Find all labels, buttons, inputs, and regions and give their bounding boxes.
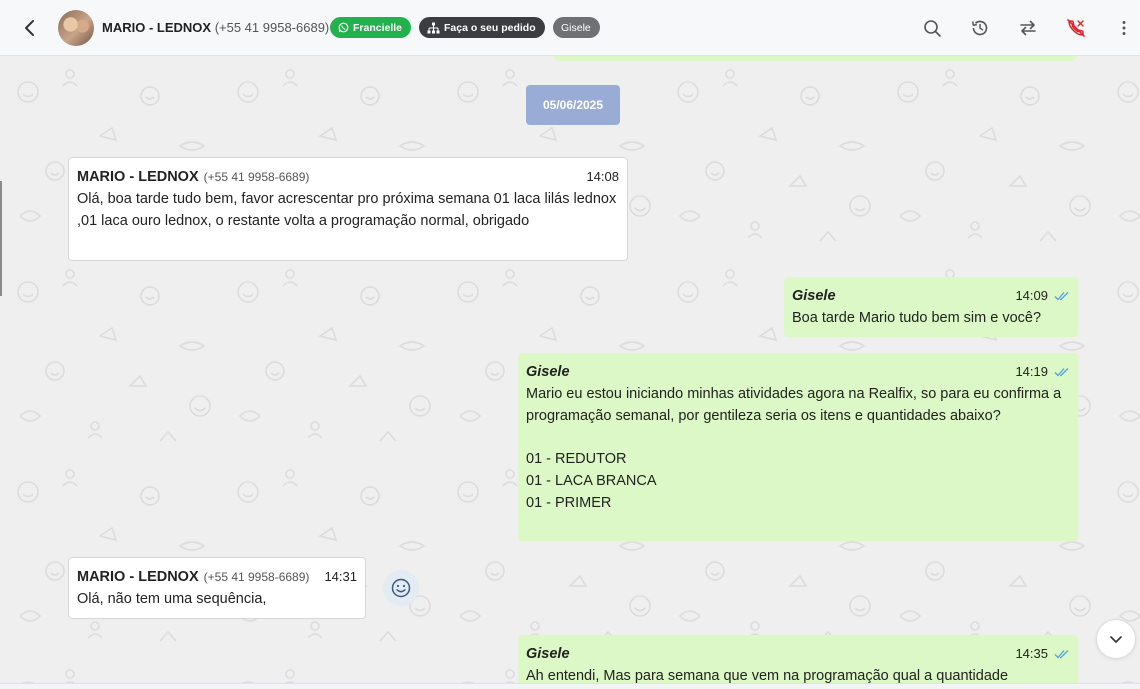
- chat-area[interactable]: 05/06/2025 MARIO - LEDNOX (+55 41 9958-6…: [0, 56, 1140, 683]
- org-chart-icon: [427, 22, 440, 33]
- back-icon[interactable]: [18, 16, 42, 40]
- scroll-edge-indicator: [0, 181, 2, 296]
- more-icon[interactable]: [1113, 17, 1135, 39]
- message-sender: Gisele: [792, 288, 836, 304]
- message-bubble-outgoing[interactable]: Gisele 14:35 Ah entendi, Mas para semana…: [518, 635, 1078, 683]
- history-icon[interactable]: [969, 17, 991, 39]
- message-sender-phone: (+55 41 9958-6689): [203, 570, 310, 584]
- message-header: MARIO - LEDNOX (+55 41 9958-6689) 14:08: [77, 168, 619, 186]
- message-time: 14:19: [1015, 364, 1048, 379]
- message-text: Mario eu estou iniciando minhas atividad…: [526, 386, 1062, 511]
- previous-message-bubble: [552, 56, 1078, 61]
- transfer-icon[interactable]: [1017, 17, 1039, 39]
- message-header: Gisele 14:35: [526, 645, 1070, 663]
- message-bubble-incoming[interactable]: MARIO - LEDNOX (+55 41 9958-6689) 14:31 …: [68, 557, 366, 619]
- end-call-icon[interactable]: [1065, 17, 1087, 39]
- message-bubble-outgoing[interactable]: Gisele 14:09 Boa tarde Mario tudo bem si…: [784, 277, 1078, 337]
- message-text: Olá, boa tarde tudo bem, favor acrescent…: [77, 191, 621, 229]
- message-time: 14:09: [1015, 288, 1048, 303]
- reaction-button[interactable]: [383, 570, 419, 606]
- whatsapp-channel-tag[interactable]: Francielle: [330, 17, 412, 38]
- emoji-icon: [391, 578, 411, 598]
- agent-tag[interactable]: Gisele: [553, 17, 600, 38]
- message-text: Ah entendi, Mas para semana que vem na p…: [526, 668, 1009, 683]
- message-time: 14:35: [1015, 646, 1048, 661]
- order-tag[interactable]: Faça o seu pedido: [419, 17, 545, 38]
- search-icon[interactable]: [921, 17, 943, 39]
- message-header: Gisele 14:19: [526, 363, 1070, 381]
- whatsapp-icon: [338, 22, 349, 33]
- message-header: Gisele 14:09: [792, 287, 1070, 305]
- whatsapp-tag-label: Francielle: [353, 21, 403, 34]
- chevron-down-icon: [1110, 636, 1122, 643]
- message-time: 14:08: [586, 169, 619, 184]
- read-receipt-icon: [1054, 292, 1069, 301]
- contact-phone: (+55 41 9958-6689): [214, 20, 330, 35]
- contact-title[interactable]: MARIO - LEDNOX (+55 41 9958-6689): [102, 20, 329, 35]
- message-sender: Gisele: [526, 364, 570, 380]
- message-text: Boa tarde Mario tudo bem sim e você?: [792, 310, 1042, 326]
- date-separator: 05/06/2025: [526, 85, 620, 125]
- composer-edge: [0, 683, 1140, 689]
- order-tag-label: Faça o seu pedido: [444, 21, 536, 34]
- read-receipt-icon: [1054, 650, 1069, 659]
- message-sender: MARIO - LEDNOX: [77, 569, 199, 585]
- contact-name: MARIO - LEDNOX: [102, 20, 212, 35]
- chat-header: MARIO - LEDNOX (+55 41 9958-6689) Franci…: [0, 0, 1140, 56]
- message-sender-phone: (+55 41 9958-6689): [203, 170, 310, 184]
- message-sender: MARIO - LEDNOX: [77, 169, 199, 185]
- agent-tag-label: Gisele: [561, 21, 591, 34]
- scroll-to-bottom-button[interactable]: [1096, 619, 1136, 659]
- message-bubble-outgoing[interactable]: Gisele 14:19 Mario eu estou iniciando mi…: [518, 353, 1078, 541]
- message-text: Olá, não tem uma sequência,: [77, 591, 267, 607]
- message-bubble-incoming[interactable]: MARIO - LEDNOX (+55 41 9958-6689) 14:08 …: [68, 157, 628, 261]
- read-receipt-icon: [1054, 368, 1069, 377]
- message-time: 14:31: [324, 569, 357, 584]
- message-header: MARIO - LEDNOX (+55 41 9958-6689) 14:31: [77, 568, 357, 586]
- message-sender: Gisele: [526, 646, 570, 662]
- avatar[interactable]: [58, 10, 94, 46]
